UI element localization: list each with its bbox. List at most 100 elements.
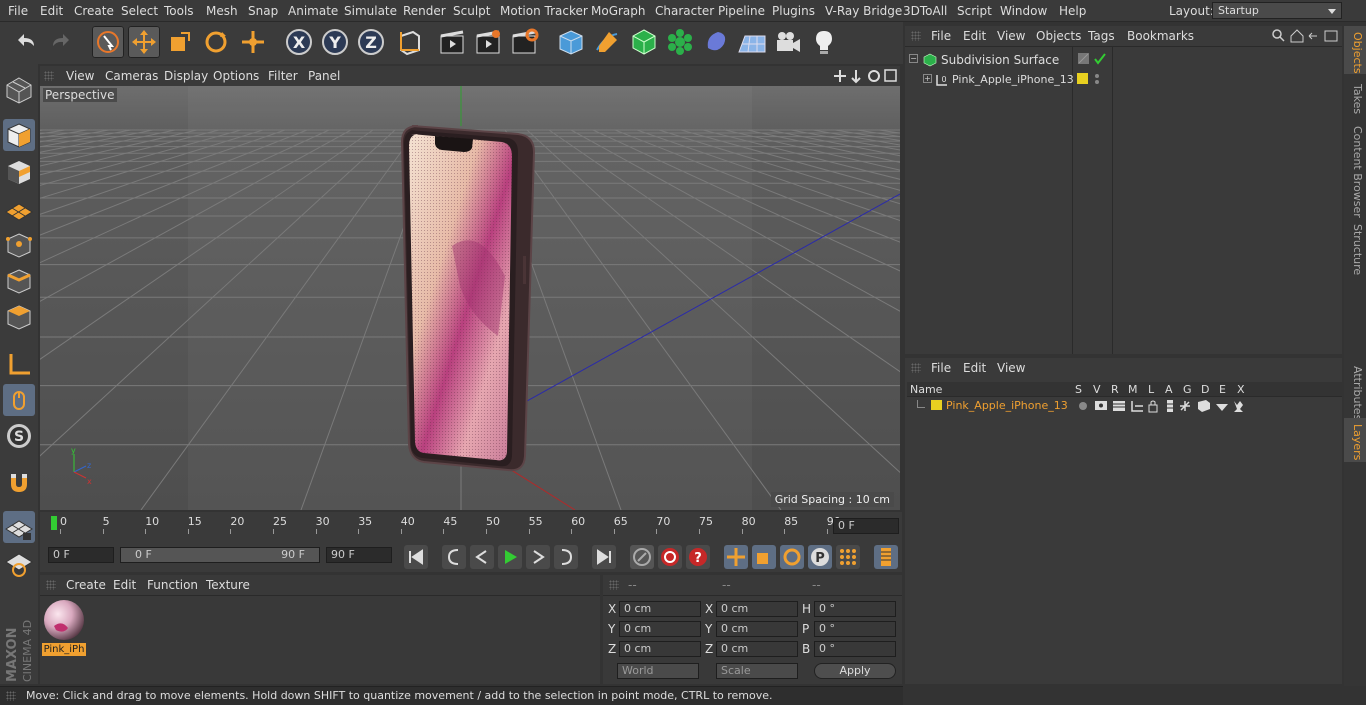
pen-spline-icon[interactable] xyxy=(591,26,623,58)
polygon-mode-icon[interactable] xyxy=(3,301,35,333)
viewport-menu-panel[interactable]: Panel xyxy=(308,69,340,83)
objects-menu-objects[interactable]: Objects xyxy=(1036,29,1081,43)
go-to-start-icon[interactable] xyxy=(403,544,429,570)
layer-col-r[interactable]: R xyxy=(1111,383,1119,396)
layer-col-v[interactable]: V xyxy=(1093,383,1101,396)
menu-character[interactable]: Character xyxy=(655,4,714,18)
layer-col-g[interactable]: G xyxy=(1183,383,1192,396)
layer-col-x[interactable]: X xyxy=(1237,383,1245,396)
render-view-icon[interactable] xyxy=(436,26,468,58)
viewport-menu-filter[interactable]: Filter xyxy=(268,69,298,83)
layer-col-s[interactable]: S xyxy=(1075,383,1082,396)
objects-search-nav-icons[interactable] xyxy=(1272,29,1340,43)
floor-environment-icon[interactable] xyxy=(736,26,768,58)
next-key-icon[interactable] xyxy=(553,544,579,570)
material-menu-function[interactable]: Function xyxy=(147,578,198,592)
layer-col-m[interactable]: M xyxy=(1128,383,1138,396)
key-rotation-icon[interactable] xyxy=(779,544,805,570)
current-frame-marker[interactable] xyxy=(51,516,57,530)
mograph-cloner-icon[interactable] xyxy=(664,26,696,58)
menu-edit[interactable]: Edit xyxy=(40,4,63,18)
menu-mesh[interactable]: Mesh xyxy=(206,4,238,18)
move-tool-icon[interactable] xyxy=(128,26,160,58)
solo-mode-icon[interactable]: S xyxy=(3,420,35,452)
y-axis-icon[interactable]: Y xyxy=(319,26,351,58)
layers-menu-edit[interactable]: Edit xyxy=(963,361,986,375)
autokeying-icon[interactable] xyxy=(657,544,683,570)
menu-tools[interactable]: Tools xyxy=(164,4,194,18)
subdivision-generator-icon[interactable] xyxy=(628,26,660,58)
object-row-subdivision[interactable]: − Subdivision Surface xyxy=(907,51,1342,69)
layers-menu-view[interactable]: View xyxy=(997,361,1025,375)
menu-help[interactable]: Help xyxy=(1059,4,1086,18)
material-swatch[interactable]: Pink_iPh xyxy=(42,598,86,656)
menu-render[interactable]: Render xyxy=(403,4,446,18)
object-visibility-check-icon[interactable] xyxy=(1077,52,1111,66)
side-tab-takes[interactable]: Takes xyxy=(1346,84,1364,114)
live-selection-icon[interactable] xyxy=(92,26,124,58)
material-menu-create[interactable]: Create xyxy=(66,578,106,592)
point-mode-icon[interactable] xyxy=(3,229,35,261)
x-axis-icon[interactable]: X xyxy=(283,26,315,58)
layer-color-tag[interactable] xyxy=(1077,73,1088,84)
coord-position-z[interactable]: 0 cm xyxy=(619,641,701,657)
material-menu-edit[interactable]: Edit xyxy=(113,578,136,592)
coord-rotation-b[interactable]: 0 ° xyxy=(814,641,896,657)
coord-rotation-p[interactable]: 0 ° xyxy=(814,621,896,637)
perspective-viewport[interactable]: Perspective y z x Grid Spacing : 10 cm xyxy=(40,86,900,510)
coord-size-y[interactable]: 0 cm xyxy=(716,621,798,637)
menu-create[interactable]: Create xyxy=(74,4,114,18)
snap-magnet-icon[interactable] xyxy=(3,466,35,498)
make-editable-icon[interactable] xyxy=(3,74,35,106)
side-tab-content-browser[interactable]: Content Browser xyxy=(1346,126,1364,218)
coord-position-y[interactable]: 0 cm xyxy=(619,621,701,637)
menu-window[interactable]: Window xyxy=(1000,4,1047,18)
coord-rotation-h[interactable]: 0 ° xyxy=(814,601,896,617)
coord-mode-dropdown[interactable]: Scale xyxy=(716,663,798,679)
layer-col-a[interactable]: A xyxy=(1165,383,1173,396)
menu-select[interactable]: Select xyxy=(121,4,158,18)
scale-tool-icon[interactable] xyxy=(164,26,196,58)
apply-button[interactable]: Apply xyxy=(814,663,896,679)
coord-system-dropdown[interactable]: World xyxy=(617,663,699,679)
object-dots-icon[interactable] xyxy=(1093,72,1101,86)
side-tab-objects[interactable]: Objects xyxy=(1346,32,1364,74)
transform-tool-icon[interactable] xyxy=(237,26,269,58)
cube-primitive-icon[interactable] xyxy=(555,26,587,58)
layer-name[interactable]: Pink_Apple_iPhone_13 xyxy=(946,399,1068,412)
start-frame-field[interactable]: 0 F xyxy=(48,547,114,563)
light-icon[interactable] xyxy=(808,26,840,58)
menu-plugins[interactable]: Plugins xyxy=(772,4,815,18)
material-menu-texture[interactable]: Texture xyxy=(206,578,250,592)
viewport-menu-view[interactable]: View xyxy=(66,69,94,83)
undo-icon[interactable] xyxy=(10,26,42,58)
keyframe-selection-icon[interactable]: ? xyxy=(685,544,711,570)
menu-mograph[interactable]: MoGraph xyxy=(591,4,646,18)
side-tab-attributes[interactable]: Attributes xyxy=(1346,366,1364,420)
layer-color-swatch[interactable] xyxy=(931,400,942,410)
render-picture-viewer-icon[interactable] xyxy=(472,26,504,58)
locked-workplane-icon[interactable] xyxy=(3,511,35,543)
frame-ruler[interactable]: 051015202530354045505560657075808590 xyxy=(48,512,841,534)
go-to-end-icon[interactable] xyxy=(591,544,617,570)
axis-mode-icon[interactable] xyxy=(3,348,35,380)
viewport-menu-options[interactable]: Options xyxy=(213,69,259,83)
tweak-mode-icon[interactable] xyxy=(3,384,35,416)
rotate-tool-icon[interactable] xyxy=(200,26,232,58)
timeline-window-icon[interactable] xyxy=(873,544,899,570)
end-frame-field[interactable]: 90 F xyxy=(326,547,392,563)
previous-frame-icon[interactable] xyxy=(469,544,495,570)
coord-size-z[interactable]: 0 cm xyxy=(716,641,798,657)
play-icon[interactable] xyxy=(497,544,523,570)
side-tab-structure[interactable]: Structure xyxy=(1346,224,1364,275)
redo-icon[interactable] xyxy=(45,26,77,58)
z-axis-icon[interactable]: Z xyxy=(355,26,387,58)
menu-animate[interactable]: Animate xyxy=(288,4,338,18)
layer-col-d[interactable]: D xyxy=(1201,383,1209,396)
key-scale-icon[interactable] xyxy=(751,544,777,570)
texture-mode-icon[interactable] xyxy=(3,156,35,188)
render-settings-icon[interactable] xyxy=(508,26,540,58)
side-tab-layers[interactable]: Layers xyxy=(1346,424,1364,460)
key-position-icon[interactable] xyxy=(723,544,749,570)
current-frame-field[interactable]: 0 F xyxy=(833,518,899,534)
